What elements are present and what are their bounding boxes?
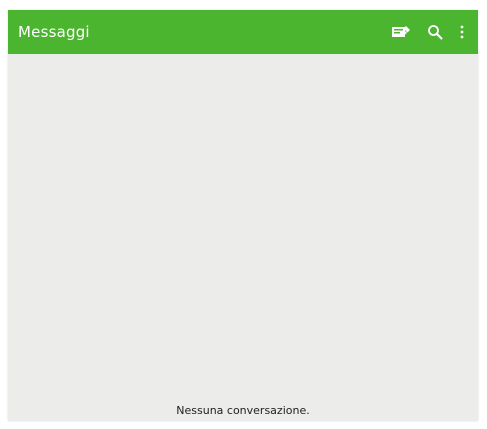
overflow-menu-icon (460, 25, 464, 39)
compose-message-icon (392, 26, 410, 37)
messages-app-window: Messaggi Nessuna conversazione. (8, 10, 478, 421)
app-bar: Messaggi (8, 10, 478, 54)
app-title: Messaggi (18, 23, 90, 41)
search-button[interactable] (424, 10, 446, 54)
conversation-list: Nessuna conversazione. (8, 54, 478, 421)
overflow-menu-button[interactable] (456, 10, 468, 54)
compose-message-button[interactable] (388, 10, 414, 54)
search-icon (428, 25, 443, 40)
app-bar-actions (388, 10, 468, 54)
empty-state-message: Nessuna conversazione. (176, 404, 310, 417)
